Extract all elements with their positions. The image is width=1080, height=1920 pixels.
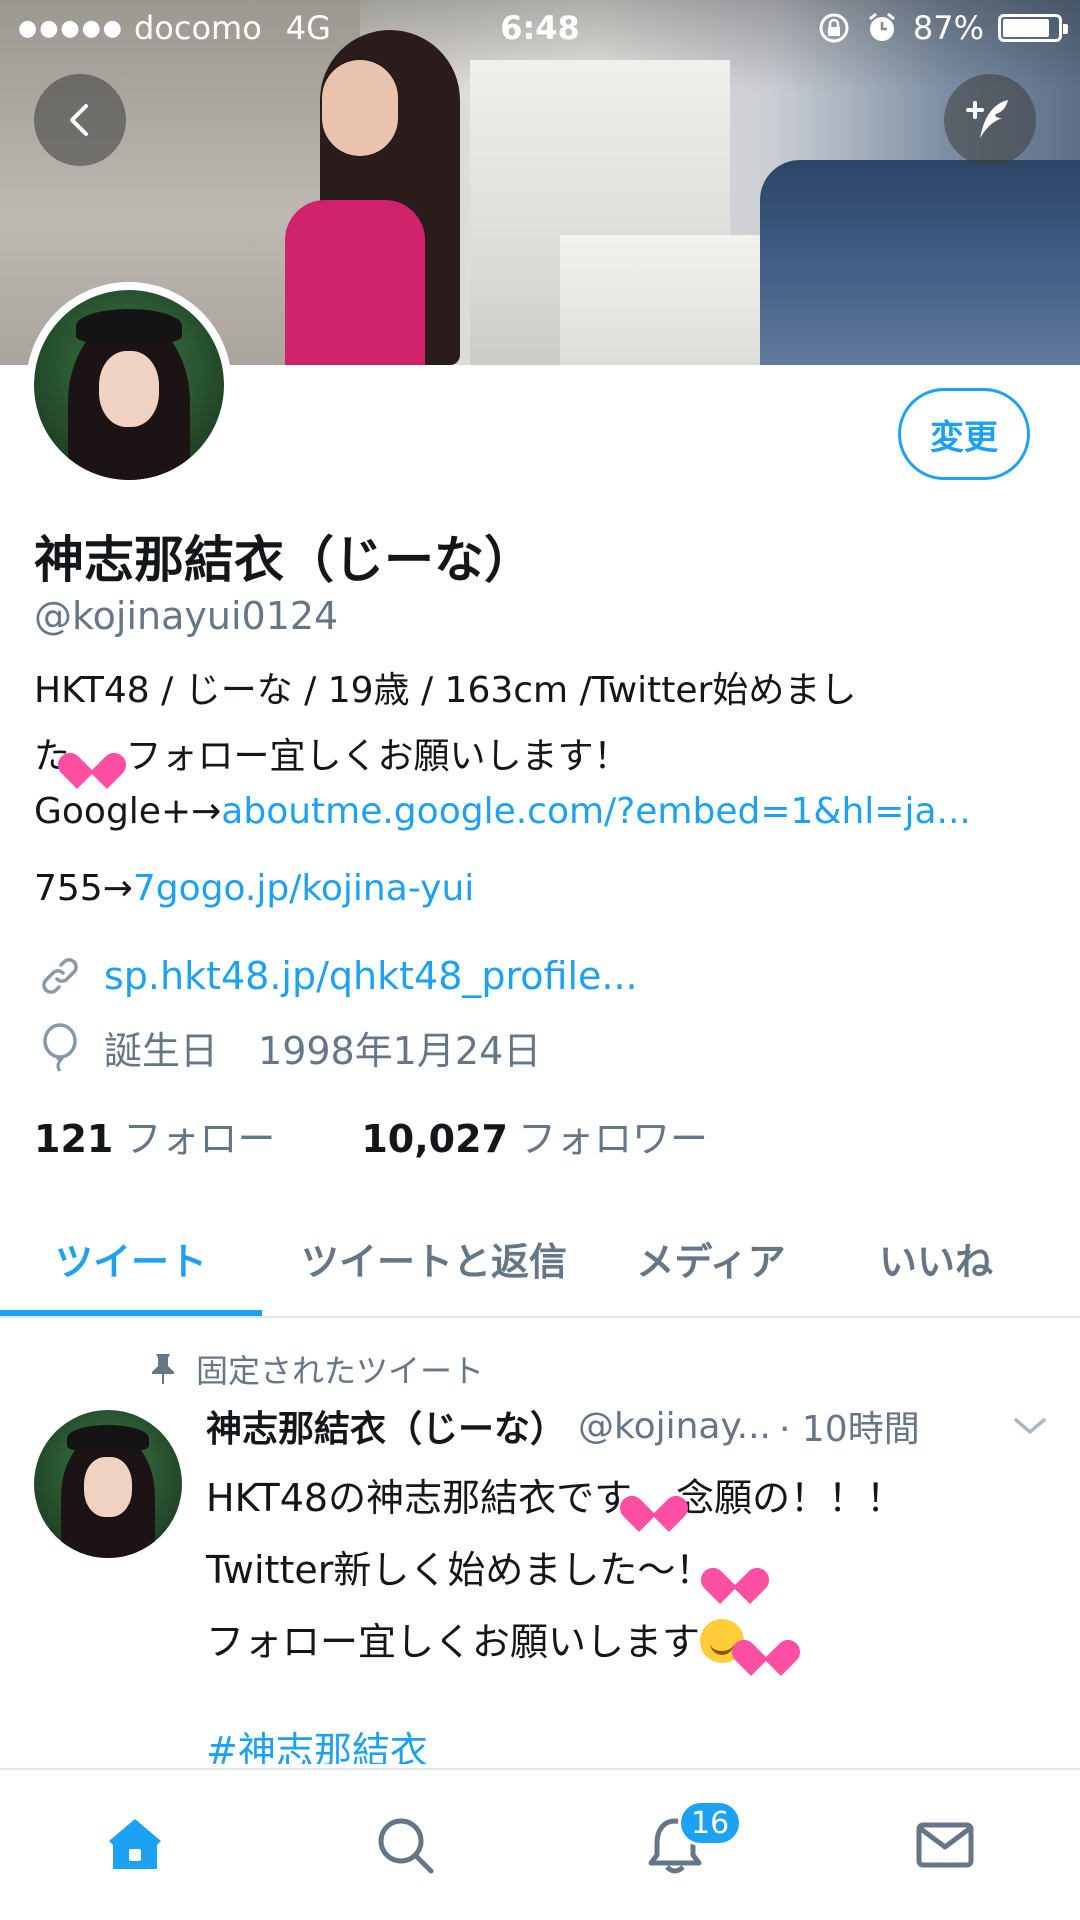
profile-name: 神志那結衣（じーな） [34,531,534,589]
status-bar: ●●●●● docomo 4G 6:48 87% [0,0,1080,56]
home-icon [109,1819,161,1869]
tweet-hashtag[interactable]: #神志那結衣 [206,1720,428,1764]
tweet-line: フォロー宜しくお願いします [206,1606,1046,1678]
tweet-header: 神志那結衣（じーな） @kojinay... · 10時間 [206,1400,1056,1452]
birthday-value: 1998年1月24日 [258,1029,542,1073]
tab-tweets-and-replies[interactable]: ツイートと返信 [262,1200,606,1316]
tweet-text-segment: 念願の！！！ [676,1476,905,1520]
tweet-author-avatar[interactable] [34,1410,182,1558]
profile-website-link[interactable]: sp.hkt48.jp/qhkt48_profile... [104,954,638,998]
following-label: フォロー [123,1117,276,1161]
profile-avatar[interactable] [26,282,232,488]
tweet-text-segment: Twitter新しく始めました〜！ [206,1548,714,1592]
search-icon [378,1818,434,1874]
nav-home[interactable] [0,1770,270,1920]
tweet-text-segment: HKT48の神志那結衣です [206,1476,633,1520]
bio-text: フォロー宜しくお願いします！ [125,736,630,777]
profile-birthday-row: 誕生日 1998年1月24日 [34,1020,541,1075]
birthday-label: 誕生日 [104,1029,219,1073]
bio-line: Google+→aboutme.google.com/?embed=1&hl=j… [34,790,1044,834]
bio-text: 755→ [34,868,133,909]
nav-search[interactable] [270,1770,540,1920]
notifications-badge: 16 [678,1800,743,1846]
google-plus-link[interactable]: aboutme.google.com/?embed=1&hl=ja... [221,791,971,832]
back-button[interactable] [34,74,126,166]
nav-notifications[interactable]: 16 [540,1770,810,1920]
battery-icon [998,14,1068,42]
tweet-text[interactable]: HKT48の神志那結衣です 念願の！！！ Twitter新しく始めました〜！ フォ… [206,1462,1046,1678]
tab-media[interactable]: メディア [606,1200,816,1316]
pinned-tweet-indicator: 固定されたツイート [148,1346,484,1392]
heart-emoji-icon [70,734,114,774]
two-hearts-emoji-icon [713,1549,757,1589]
status-time: 6:48 [500,9,580,47]
followers-label: フォロワー [517,1117,708,1161]
tweet-text-segment: フォロー宜しくお願いします [206,1620,701,1664]
following-count: 121 [34,1117,114,1161]
profile-tabs: ツイート ツイートと返信 メディア いいね [0,1200,1080,1318]
tweet-author-name[interactable]: 神志那結衣（じーな） [206,1400,566,1452]
pinned-label: 固定されたツイート [196,1352,485,1390]
nav-messages[interactable] [810,1770,1080,1920]
follow-counts: 121 フォロー 10,027 フォロワー [34,1108,708,1163]
chevron-down-icon[interactable] [1012,1414,1048,1438]
profile-bio: HKT48 / じーな / 19歳 / 163cm /Twitter始めまし た… [34,658,1044,922]
profile-website-row[interactable]: sp.hkt48.jp/qhkt48_profile... [34,950,638,1002]
balloon-icon [34,1022,86,1074]
active-tab-indicator [0,1310,262,1316]
bio-line: た フォロー宜しくお願いします！ [34,724,1044,790]
compose-tweet-button[interactable] [944,74,1036,166]
bio-line: 755→7gogo.jp/kojina-yui [34,856,1044,922]
compose-feather-icon [966,100,1008,138]
heart-emoji-icon [744,1621,788,1661]
tweet-line: HKT48の神志那結衣です 念願の！！！ [206,1462,1046,1534]
followers-count: 10,027 [361,1117,508,1161]
tweet-time: · 10時間 [779,1409,920,1450]
edit-profile-button[interactable]: 変更 [898,388,1030,480]
mail-icon [916,1822,974,1868]
tab-likes[interactable]: いいね [816,1200,1056,1316]
chevron-left-icon [70,104,88,136]
bottom-tab-bar: 16 [0,1768,1080,1920]
pin-icon [152,1354,174,1384]
link-icon [34,950,86,1002]
7gogo-link[interactable]: 7gogo.jp/kojina-yui [133,868,474,909]
tweet-author-handle: @kojinay... [578,1405,771,1447]
bio-line: HKT48 / じーな / 19歳 / 163cm /Twitter始めまし [34,670,857,711]
bio-text: Google+→ [34,791,222,832]
tweet-line: Twitter新しく始めました〜！ [206,1534,1046,1606]
heart-emoji-icon [632,1477,676,1517]
followers-stat[interactable]: 10,027 フォロワー [361,1108,708,1163]
following-stat[interactable]: 121 フォロー [34,1108,275,1163]
tab-tweets[interactable]: ツイート [0,1200,262,1316]
profile-handle: @kojinayui0124 [34,594,339,638]
